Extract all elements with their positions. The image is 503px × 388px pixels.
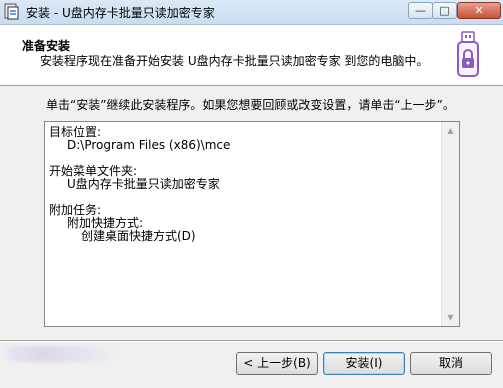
window-title: 安装 - U盘内存卡批量只读加密专家 xyxy=(26,6,215,20)
startmenu-value: U盘内存卡批量只读加密专家 xyxy=(67,177,220,191)
intro-text: 单击“安装”继续此安装程序。如果您想要回顾或改变设置，请单击“上一步”。 xyxy=(46,98,455,112)
back-button[interactable]: < 上一步(B) xyxy=(236,352,318,375)
installer-app-icon xyxy=(4,3,19,20)
memo-content: 目标位置: D:\Program Files (x86)\mce 开始菜单文件夹… xyxy=(49,126,439,243)
page-subtitle: 安装程序现在准备开始安装 U盘内存卡批量只读加密专家 到您的电脑中。 xyxy=(40,54,429,68)
wizard-header: 准备安装 安装程序现在准备开始安装 U盘内存卡批量只读加密专家 到您的电脑中。 xyxy=(0,25,503,86)
scroll-down-icon[interactable]: ▼ xyxy=(442,309,459,326)
footer-separator xyxy=(0,340,503,341)
minimize-button[interactable]: — xyxy=(408,2,433,19)
scroll-up-icon[interactable]: ▲ xyxy=(442,122,459,139)
title-bar[interactable]: 安装 - U盘内存卡批量只读加密专家 — □ ✕ xyxy=(0,0,503,25)
settings-summary-memo[interactable]: 目标位置: D:\Program Files (x86)\mce 开始菜单文件夹… xyxy=(44,121,460,327)
install-button[interactable]: 安装(I) xyxy=(323,352,405,375)
tasks-item: 创建桌面快捷方式(D) xyxy=(81,229,196,243)
vertical-scrollbar[interactable]: ▲ ▼ xyxy=(441,122,459,326)
blurred-brand-logo xyxy=(6,346,118,362)
dest-value: D:\Program Files (x86)\mce xyxy=(67,138,231,152)
maximize-button[interactable]: □ xyxy=(432,2,457,19)
usb-lock-icon xyxy=(457,31,479,77)
close-button[interactable]: ✕ xyxy=(457,2,501,19)
cancel-button[interactable]: 取消 xyxy=(410,352,492,375)
